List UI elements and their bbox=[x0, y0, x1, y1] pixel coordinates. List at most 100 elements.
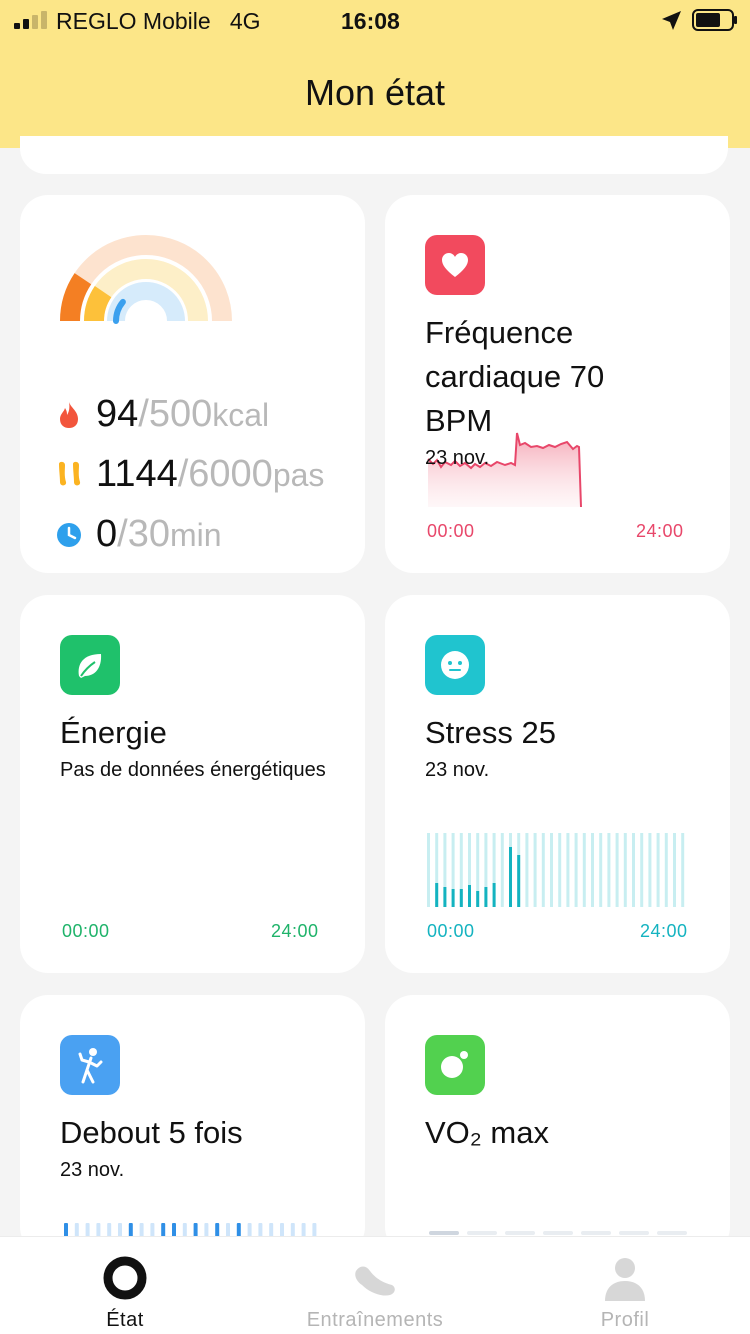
minutes-goal: /30 bbox=[117, 513, 170, 555]
standing-hour-tick bbox=[215, 1223, 220, 1237]
stress-card[interactable]: Stress 25 23 nov. 00:00 24:00 bbox=[385, 595, 730, 973]
minutes-row: 0 /30 min bbox=[56, 513, 222, 557]
leaf-icon bbox=[60, 635, 120, 695]
standing-card[interactable]: Debout 5 fois 23 nov. bbox=[20, 995, 365, 1255]
app-header: REGLO Mobile 4G 16:08 Mon état bbox=[0, 0, 750, 148]
stress-bar bbox=[484, 887, 488, 907]
stress-date: 23 nov. bbox=[425, 759, 490, 781]
standing-hour-tick bbox=[312, 1223, 317, 1237]
stress-bar-bg bbox=[541, 833, 545, 907]
flame-icon bbox=[60, 402, 78, 428]
activity-card[interactable]: 94 /500 kcal 1144 /6000 pas 0 /30 min bbox=[20, 195, 365, 573]
stress-bar-bg bbox=[656, 833, 660, 907]
face-icon bbox=[425, 635, 485, 695]
heart-rate-chart bbox=[427, 432, 582, 508]
calories-value: 94 bbox=[96, 393, 139, 435]
stress-bar bbox=[451, 889, 455, 907]
steps-unit: pas bbox=[272, 457, 325, 493]
steps-goal: /6000 bbox=[177, 453, 273, 495]
heart-rate-axis-start: 00:00 bbox=[427, 521, 475, 541]
battery-icon bbox=[692, 9, 737, 31]
tab-label-etat: État bbox=[106, 1309, 144, 1331]
minutes-value: 0 bbox=[96, 513, 118, 555]
standing-hour-tick bbox=[258, 1223, 263, 1237]
stress-bar-bg bbox=[648, 833, 652, 907]
heart-rate-card[interactable]: Fréquence cardiaque 70 BPM 23 nov. 00:00… bbox=[385, 195, 730, 573]
footprints-icon bbox=[59, 461, 81, 486]
standing-hour-tick bbox=[118, 1223, 122, 1237]
energy-title: Énergie bbox=[60, 715, 167, 750]
stress-bar-bg bbox=[500, 833, 504, 907]
calories-goal: /500 bbox=[138, 393, 213, 435]
stress-bar-bg bbox=[599, 833, 603, 907]
energy-card[interactable]: Énergie Pas de données énergétiques 00:0… bbox=[20, 595, 365, 973]
standing-hour-tick bbox=[96, 1223, 101, 1237]
stress-bar bbox=[435, 883, 439, 907]
vo2max-card[interactable]: VO₂ max bbox=[385, 995, 730, 1255]
standing-hour-tick bbox=[85, 1223, 90, 1237]
heart-rate-axis-end: 24:00 bbox=[636, 521, 684, 541]
stress-bar bbox=[476, 891, 480, 907]
carrier-label: REGLO Mobile 4G bbox=[56, 8, 261, 34]
stress-bar-bg bbox=[427, 833, 430, 907]
stress-bar-bg bbox=[607, 833, 611, 907]
status-bar: REGLO Mobile 4G 16:08 bbox=[0, 0, 750, 44]
standing-hour-tick bbox=[139, 1223, 144, 1237]
vo2max-title: VO₂ max bbox=[425, 1115, 549, 1150]
stress-bar bbox=[509, 847, 512, 907]
calories-unit: kcal bbox=[212, 397, 270, 433]
standing-title: Debout 5 fois bbox=[60, 1115, 243, 1150]
heart-icon bbox=[425, 235, 485, 295]
signal-icon bbox=[14, 11, 47, 29]
standing-date: 23 nov. bbox=[60, 1159, 125, 1181]
standing-hour-tick bbox=[74, 1223, 79, 1237]
stress-bar-bg bbox=[525, 833, 529, 907]
tab-etat[interactable]: État bbox=[0, 1237, 250, 1334]
person-icon bbox=[605, 1258, 645, 1301]
stress-bar-bg bbox=[574, 833, 578, 907]
stress-bar-bg bbox=[615, 833, 619, 907]
tab-bar: État Entraînements Profil bbox=[0, 1236, 750, 1334]
stress-bar bbox=[443, 887, 447, 907]
stress-axis-start: 00:00 bbox=[427, 921, 475, 941]
energy-axis-end: 24:00 bbox=[271, 921, 319, 941]
calories-row: 94 /500 kcal bbox=[56, 393, 269, 437]
standing-hour-tick bbox=[150, 1223, 155, 1237]
stress-bar bbox=[517, 855, 521, 907]
standing-hour-tick bbox=[204, 1223, 209, 1237]
stress-chart bbox=[427, 833, 685, 907]
standing-hour-tick bbox=[280, 1223, 284, 1237]
tab-entrainements[interactable]: Entraînements bbox=[250, 1237, 500, 1334]
stress-bar-bg bbox=[582, 833, 586, 907]
vo2-icon bbox=[425, 1035, 485, 1095]
stress-bar bbox=[468, 885, 471, 907]
stress-bar-bg bbox=[533, 833, 537, 907]
stress-bar-bg bbox=[632, 833, 635, 907]
standing-hour-tick bbox=[182, 1223, 187, 1237]
standing-hour-tick bbox=[64, 1223, 68, 1237]
standing-hour-tick bbox=[161, 1223, 166, 1237]
standing-hour-tick bbox=[193, 1223, 198, 1237]
standing-hour-tick bbox=[269, 1223, 274, 1237]
energy-subtitle: Pas de données énergétiques bbox=[60, 759, 326, 781]
clock: 16:08 bbox=[341, 8, 400, 34]
page-title: Mon état bbox=[304, 72, 446, 113]
standing-hour-tick bbox=[290, 1223, 295, 1237]
stress-bar bbox=[492, 883, 496, 907]
location-arrow-icon bbox=[662, 11, 681, 30]
standing-hour-tick bbox=[128, 1223, 133, 1237]
tab-profil[interactable]: Profil bbox=[500, 1237, 750, 1334]
stress-bar-bg bbox=[664, 833, 668, 907]
stress-bar-bg bbox=[566, 833, 570, 907]
minutes-unit: min bbox=[169, 517, 222, 553]
stress-bar-bg bbox=[681, 833, 685, 907]
activity-rings bbox=[60, 235, 232, 324]
steps-value: 1144 bbox=[96, 453, 178, 495]
tab-label-profil: Profil bbox=[600, 1309, 650, 1331]
previous-card-edge bbox=[20, 136, 728, 174]
heart-rate-title-line2: cardiaque 70 bbox=[425, 359, 605, 394]
steps-row: 1144 /6000 pas bbox=[56, 453, 324, 497]
shoe-icon bbox=[355, 1266, 395, 1296]
standing-hour-tick bbox=[301, 1223, 306, 1237]
stress-bar-bg bbox=[591, 833, 594, 907]
